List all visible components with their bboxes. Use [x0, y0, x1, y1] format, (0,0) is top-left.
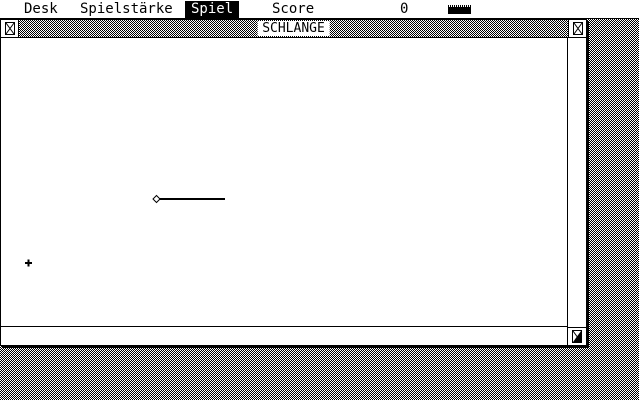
food-plus-icon — [25, 259, 32, 267]
window-shadow-bottom — [2, 346, 589, 348]
size-box-icon[interactable] — [568, 327, 586, 345]
menu-score[interactable]: Score — [266, 1, 320, 18]
snake-head-icon — [152, 194, 161, 204]
close-box-icon[interactable] — [1, 20, 19, 37]
playfield — [25, 194, 225, 267]
window-title-bar[interactable]: SCHLANGE — [1, 20, 586, 38]
game-window: SCHLANGE — [0, 19, 587, 346]
game-area[interactable] — [1, 38, 568, 326]
menu-desk[interactable]: Desk — [18, 1, 64, 18]
window-info-line — [1, 326, 568, 345]
score-value: 0 — [400, 1, 409, 17]
score-bar-icon — [448, 5, 471, 14]
menu-spielstaerke[interactable]: Spielstärke — [74, 1, 179, 18]
menu-spiel[interactable]: Spiel — [185, 1, 240, 18]
window-title: SCHLANGE — [257, 21, 330, 36]
window-shadow-right — [587, 21, 589, 348]
menu-bar: Desk Spielstärke Spiel Score 0 — [0, 0, 639, 19]
full-box-icon[interactable] — [568, 20, 586, 37]
